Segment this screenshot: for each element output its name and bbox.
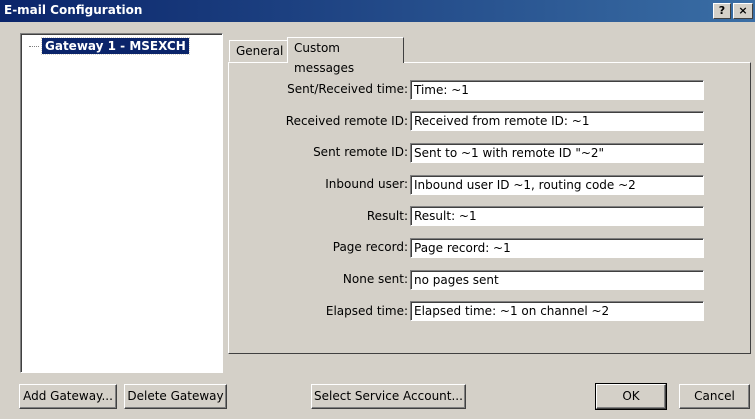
sent-received-time-input[interactable]: Time: ~1 [410,80,704,100]
tab-general[interactable]: General [229,40,288,62]
gateway-tree[interactable]: Gateway 1 - MSEXCH [20,33,223,373]
field-label-sent-remote-id: Sent remote ID: [313,145,408,159]
field-label-page-record: Page record: [332,240,408,254]
field-label-received-remote-id: Received remote ID: [285,114,408,128]
field-label-sent-received-time: Sent/Received time: [287,82,408,96]
page-record-input[interactable]: Page record: ~1 [410,238,704,258]
result-input[interactable]: Result: ~1 [410,206,704,226]
help-button[interactable]: ? [713,3,731,19]
received-remote-id-input[interactable]: Received from remote ID: ~1 [410,111,704,131]
select-service-account-button[interactable]: Select Service Account... [311,384,466,409]
tree-connector [29,46,39,47]
field-label-elapsed-time: Elapsed time: [325,304,408,318]
tab-custom-messages[interactable]: Custom messages [287,37,404,75]
delete-gateway-button[interactable]: Delete Gateway [124,384,227,409]
ok-button[interactable]: OK [595,383,667,410]
field-label-result: Result: [366,209,408,223]
field-label-none-sent: None sent: [342,272,408,286]
none-sent-input[interactable]: no pages sent [410,270,704,290]
cancel-button[interactable]: Cancel [679,384,750,409]
title-bar: E-mail Configuration ? × [0,0,755,22]
elapsed-time-input[interactable]: Elapsed time: ~1 on channel ~2 [410,301,704,321]
window-title: E-mail Configuration [4,3,143,17]
field-label-inbound-user: Inbound user: [325,177,408,191]
tree-item-gateway-1[interactable]: Gateway 1 - MSEXCH [41,37,190,55]
inbound-user-input[interactable]: Inbound user ID ~1, routing code ~2 [410,175,704,195]
sent-remote-id-input[interactable]: Sent to ~1 with remote ID "~2" [410,143,704,163]
add-gateway-button[interactable]: Add Gateway... [19,384,117,409]
close-button[interactable]: × [733,3,753,19]
